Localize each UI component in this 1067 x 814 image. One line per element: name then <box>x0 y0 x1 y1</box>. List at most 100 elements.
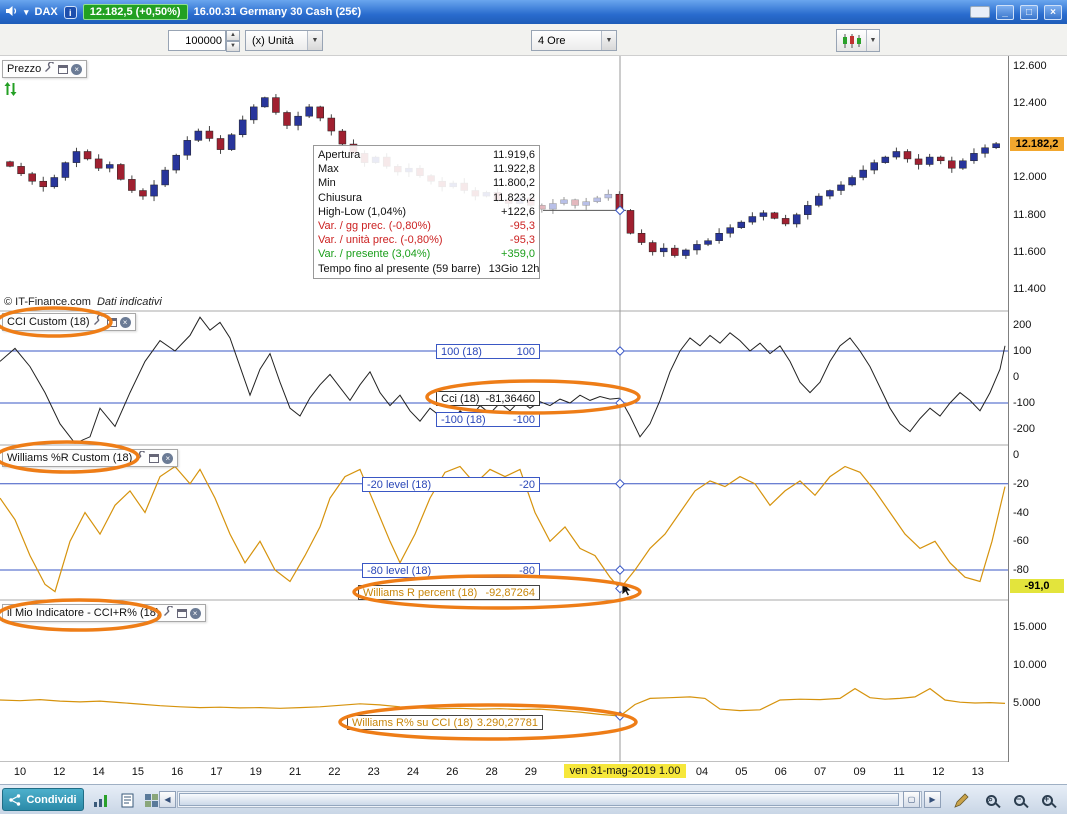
chart-style-button[interactable]: ▼ <box>836 29 880 52</box>
williams-reading-label[interactable]: Williams R percent (18) -92,87264 <box>358 585 540 600</box>
wrench-icon[interactable] <box>44 61 55 76</box>
axis-tick-label: 11.400 <box>1013 283 1046 295</box>
quantity-down-icon[interactable]: ▼ <box>226 41 240 52</box>
time-tick-label: 13 <box>971 766 984 778</box>
share-button[interactable]: Condividi <box>2 788 84 811</box>
speaker-icon[interactable] <box>5 5 18 20</box>
draw-annotation-icon[interactable] <box>950 791 972 809</box>
time-tick-label: 10 <box>13 766 27 778</box>
custom-indicator-line <box>0 687 1006 717</box>
bar-info-tooltip: Apertura 11.919,6 Max 11.922,8 Min 11.800,2 Ch… <box>313 145 540 279</box>
tooltip-row: Apertura 11.919,6 <box>318 149 535 161</box>
scroll-left-button[interactable]: ◀ <box>159 791 176 808</box>
williams-panel-tab: Williams %R Custom (18) × <box>2 449 179 467</box>
restore-view-button[interactable]: ▢ <box>903 791 920 808</box>
williams-upper-level-label[interactable]: -20 level (18) -20 <box>362 477 540 492</box>
candlestick-style-icon <box>837 33 866 49</box>
time-tick-label: 07 <box>814 766 827 778</box>
tooltip-row: Min 11.800,2 <box>318 177 535 190</box>
info-icon[interactable]: i <box>63 5 77 19</box>
wrench-icon[interactable] <box>163 605 174 620</box>
time-tick-label: 09 <box>853 766 866 778</box>
wrench-icon[interactable] <box>93 314 104 329</box>
time-tick-label: 12 <box>53 766 66 778</box>
close-panel-icon[interactable]: × <box>162 452 174 464</box>
unit-selector[interactable]: (x) Unità ▼ <box>245 30 323 51</box>
time-tick-label: 12 <box>932 766 945 778</box>
timeframe-selector[interactable]: 4 Ore ▼ <box>531 30 617 51</box>
zoom-in-icon[interactable]: + <box>1036 791 1058 809</box>
time-tick-label: 28 <box>485 766 498 778</box>
time-tick-label: 29 <box>524 766 538 778</box>
popout-window-icon[interactable] <box>149 453 160 463</box>
williams-lower-level-label[interactable]: -80 level (18) -80 <box>362 563 540 578</box>
cci-reading-label[interactable]: Cci (18) -81,36460 <box>436 391 540 406</box>
time-tick-label: 23 <box>367 766 380 778</box>
mouse-cursor-icon <box>621 581 633 597</box>
close-button[interactable]: × <box>1044 4 1062 20</box>
close-panel-icon[interactable]: × <box>71 63 83 75</box>
tooltip-row: Tempo fino al presente (59 barre) 13Gio 1… <box>318 262 540 275</box>
axis-tick-label: -40 <box>1013 507 1029 519</box>
axis-tick-label: 5.000 <box>1013 697 1041 709</box>
minimize-button[interactable]: _ <box>996 4 1014 20</box>
custom-reading-label[interactable]: Williams R% su CCI (18) 3.290,27781 <box>347 715 543 730</box>
quantity-input[interactable] <box>168 30 226 51</box>
axis-tick-label: 11.600 <box>1013 246 1046 258</box>
axis-tick-label: 12.000 <box>1013 171 1047 183</box>
maximize-button[interactable]: □ <box>1020 4 1038 20</box>
chevron-down-icon[interactable]: ▼ <box>307 31 322 50</box>
price-axis[interactable]: 12.182,2 -91,0 12.600 12.400 12.000 11.800 1… <box>1008 56 1067 762</box>
axis-tick-label: -20 <box>1013 478 1029 490</box>
current-price-badge: 12.182,2 <box>1010 137 1064 151</box>
time-axis[interactable]: ven 31-mag-2019 1.00 10 12 14 15 16 17 19 21 22 2… <box>0 762 1067 784</box>
axis-tick-label: 0 <box>1013 371 1020 383</box>
keyboard-icon[interactable] <box>970 6 990 18</box>
time-tick-label: 14 <box>92 766 105 778</box>
quantity-up-icon[interactable]: ▲ <box>226 30 240 41</box>
axis-tick-label: -200 <box>1013 423 1036 435</box>
share-button-label: Condividi <box>26 793 77 806</box>
popout-window-icon[interactable] <box>176 608 187 618</box>
price-change-badge: 12.182,5 (+0,50%) <box>82 4 188 20</box>
cci-panel-title: CCI Custom (18) <box>7 316 90 328</box>
time-tick-label: 19 <box>249 766 262 778</box>
zoom-out-icon[interactable]: − <box>1008 791 1030 809</box>
time-tick-label: 05 <box>735 766 748 778</box>
cci-upper-level-label[interactable]: 100 (18) 100 <box>436 344 540 359</box>
close-panel-icon[interactable]: × <box>119 316 131 328</box>
chevron-down-icon[interactable]: ▼ <box>866 30 879 51</box>
instrument-name: DAX <box>34 6 58 18</box>
price-panel-title: Prezzo <box>7 63 42 75</box>
time-tick-label: 26 <box>446 766 459 778</box>
time-tick-label: 04 <box>695 766 709 778</box>
axis-tick-label: 12.400 <box>1013 97 1047 109</box>
instrument-dropdown-caret[interactable]: ▾ <box>24 7 29 18</box>
refresh-arrows-icon[interactable] <box>4 82 17 101</box>
time-tick-label: 21 <box>288 766 302 778</box>
popout-window-icon[interactable] <box>58 64 69 74</box>
zoom-selection-icon[interactable]: ⌕ <box>980 791 1002 809</box>
session-info: 16.00.31 Germany 30 Cash (25€) <box>193 6 362 18</box>
scrollbar-thumb[interactable] <box>179 793 899 806</box>
price-panel-tab: Prezzo × <box>2 60 88 78</box>
tooltip-row: High-Low (1,04%) +122,6 <box>318 205 535 218</box>
horizontal-scrollbar[interactable] <box>177 791 922 808</box>
axis-tick-label: 11.800 <box>1013 209 1046 221</box>
scroll-right-button[interactable]: ▶ <box>924 791 941 808</box>
news-icon[interactable] <box>116 791 138 809</box>
cci-panel-tab: CCI Custom (18) × <box>2 313 136 331</box>
chevron-down-icon[interactable]: ▼ <box>601 31 616 50</box>
close-panel-icon[interactable]: × <box>189 607 201 619</box>
quantity-stepper[interactable]: ▲ ▼ <box>226 30 240 52</box>
time-tick-label: 06 <box>774 766 787 778</box>
time-tick-label: 17 <box>210 766 223 778</box>
price-alerts-icon[interactable] <box>90 791 112 809</box>
time-tick-label: 22 <box>328 766 341 778</box>
axis-tick-label: 100 <box>1013 345 1032 357</box>
wrench-icon[interactable] <box>135 450 146 465</box>
cci-lower-level-label[interactable]: -100 (18) -100 <box>436 412 540 427</box>
chart-canvas[interactable] <box>0 0 1067 814</box>
axis-tick-label: 10.000 <box>1013 659 1047 671</box>
popout-window-icon[interactable] <box>106 317 117 327</box>
